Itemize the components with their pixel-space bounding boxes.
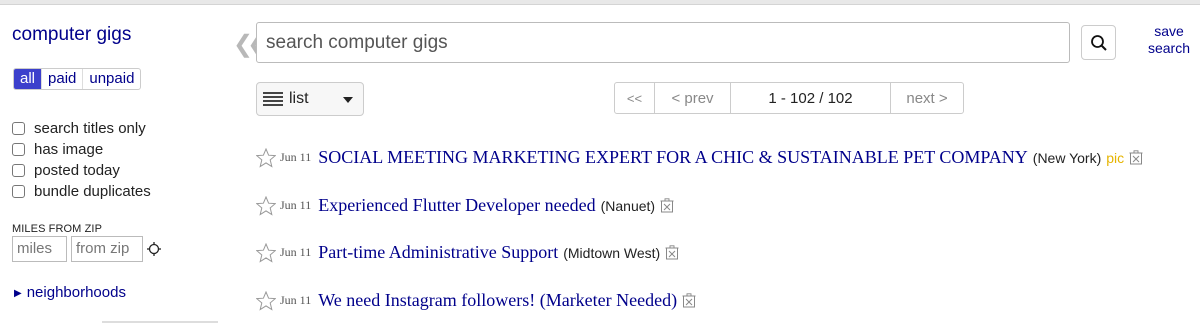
- locate-me-icon[interactable]: [147, 242, 161, 256]
- hide-post-icon[interactable]: [660, 198, 674, 213]
- has-image-checkbox[interactable]: [12, 143, 25, 156]
- first-page-button[interactable]: <<: [615, 83, 655, 113]
- view-mode-label: list: [289, 90, 309, 107]
- post-date: Jun 11: [280, 293, 312, 307]
- favorite-star-icon[interactable]: [256, 290, 276, 311]
- hide-post-icon[interactable]: [682, 293, 696, 308]
- caret-down-icon: [343, 97, 353, 103]
- result-row: Jun 11 Part-time Administrative Support …: [256, 242, 679, 263]
- favorite-star-icon[interactable]: [256, 147, 276, 168]
- post-date: Jun 11: [280, 150, 312, 164]
- pay-filter: all paid unpaid: [13, 68, 142, 90]
- post-date: Jun 11: [280, 198, 312, 212]
- post-neighborhood: (Midtown West): [563, 244, 661, 261]
- post-title-link[interactable]: Experienced Flutter Developer needed: [318, 195, 595, 216]
- post-date: Jun 11: [280, 245, 312, 259]
- posted-today-option[interactable]: posted today: [12, 160, 151, 181]
- miles-from-zip-label: MILES FROM ZIP: [12, 223, 103, 235]
- filter-all-button[interactable]: all: [14, 69, 43, 89]
- save-search-link[interactable]: save search: [1143, 23, 1195, 57]
- result-row: Jun 11 SOCIAL MEETING MARKETING EXPERT F…: [256, 147, 1143, 168]
- zip-input[interactable]: from zip: [71, 236, 143, 262]
- post-title-link[interactable]: SOCIAL MEETING MARKETING EXPERT FOR A CH…: [318, 147, 1028, 168]
- prev-page-button[interactable]: < prev: [655, 83, 731, 113]
- search-titles-only-checkbox[interactable]: [12, 122, 25, 135]
- result-row: Jun 11 Experienced Flutter Developer nee…: [256, 195, 674, 216]
- post-title-link[interactable]: We need Instagram followers! (Marketer N…: [318, 290, 677, 311]
- view-mode-select[interactable]: list: [256, 82, 364, 116]
- hide-post-icon[interactable]: [1129, 150, 1143, 165]
- favorite-star-icon[interactable]: [256, 195, 276, 216]
- pic-badge: pic: [1106, 149, 1125, 166]
- bundle-duplicates-checkbox[interactable]: [12, 185, 25, 198]
- checkbox-label: has image: [34, 141, 104, 158]
- top-border: [0, 0, 1200, 5]
- post-neighborhood: (New York): [1032, 149, 1102, 166]
- caret-right-icon: ▶: [14, 288, 22, 299]
- checkbox-label: bundle duplicates: [34, 183, 151, 200]
- checkbox-label: search titles only: [34, 120, 146, 137]
- miles-input[interactable]: miles: [12, 236, 67, 262]
- search-titles-only-option[interactable]: search titles only: [12, 118, 151, 139]
- post-title-link[interactable]: Part-time Administrative Support: [318, 242, 558, 263]
- list-view-icon: [263, 91, 283, 107]
- neighborhoods-toggle[interactable]: ▶ neighborhoods: [14, 284, 126, 301]
- filter-checkboxes: search titles only has image posted toda…: [12, 118, 151, 202]
- filter-unpaid-button[interactable]: unpaid: [83, 69, 140, 89]
- favorite-star-icon[interactable]: [256, 242, 276, 263]
- neighborhoods-label: neighborhoods: [26, 284, 126, 301]
- filter-paid-button[interactable]: paid: [42, 69, 84, 89]
- result-range: 1 - 102 / 102: [731, 83, 891, 113]
- category-title[interactable]: computer gigs: [12, 24, 131, 46]
- has-image-option[interactable]: has image: [12, 139, 151, 160]
- bundle-duplicates-option[interactable]: bundle duplicates: [12, 181, 151, 202]
- next-page-button[interactable]: next >: [891, 83, 963, 113]
- post-neighborhood: (Nanuet): [600, 197, 656, 214]
- search-icon: [1090, 34, 1107, 51]
- hide-post-icon[interactable]: [665, 245, 679, 260]
- search-button[interactable]: [1081, 25, 1116, 60]
- checkbox-label: posted today: [34, 162, 120, 179]
- search-input[interactable]: search computer gigs: [256, 22, 1070, 63]
- pagination: << < prev 1 - 102 / 102 next >: [614, 82, 964, 114]
- posted-today-checkbox[interactable]: [12, 164, 25, 177]
- result-row: Jun 11 We need Instagram followers! (Mar…: [256, 290, 696, 311]
